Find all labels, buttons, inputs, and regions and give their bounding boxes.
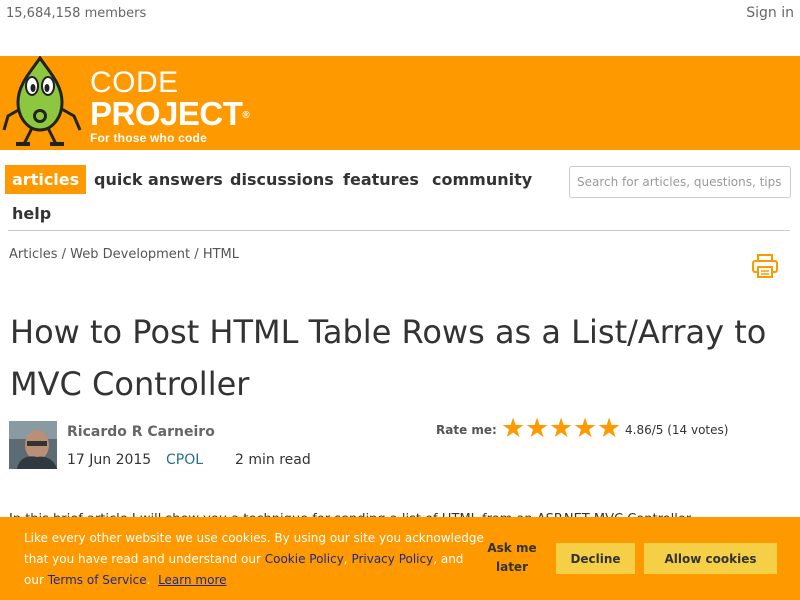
- brand-tagline: For those who code: [90, 131, 207, 145]
- star-icon[interactable]: ★: [597, 415, 621, 443]
- rate-me-label: Rate me:: [436, 423, 497, 437]
- sign-in-link[interactable]: Sign in: [746, 5, 794, 21]
- page-title: How to Post HTML Table Rows as a List/Ar…: [10, 313, 767, 403]
- decline-cookies-button[interactable]: Decline: [556, 543, 635, 574]
- nav-item-articles[interactable]: articles: [5, 165, 87, 194]
- learn-more-link[interactable]: Learn more: [158, 573, 226, 587]
- brand-wordmark[interactable]: CODE PROJECT® For those who code: [90, 66, 250, 146]
- brand-project-word: PROJECT: [90, 95, 243, 132]
- main-nav: articles quick answers discussions featu…: [0, 150, 800, 232]
- breadcrumb-separator: /: [61, 247, 67, 262]
- ask-me-later-button[interactable]: Ask me later: [482, 539, 542, 577]
- star-icon[interactable]: ★: [549, 415, 573, 443]
- author-avatar[interactable]: [9, 421, 57, 469]
- star-icon[interactable]: ★: [525, 415, 549, 443]
- nav-item-community[interactable]: community: [425, 165, 539, 194]
- bob-mascot-logo[interactable]: [2, 56, 82, 150]
- read-time: 2 min read: [235, 452, 311, 468]
- breadcrumb-web-development[interactable]: Web Development: [70, 247, 190, 262]
- star-icon[interactable]: ★: [573, 415, 597, 443]
- privacy-policy-link[interactable]: Privacy Policy: [351, 552, 433, 566]
- search-input[interactable]: [569, 166, 791, 198]
- nav-item-features[interactable]: features: [336, 165, 426, 194]
- breadcrumb-html[interactable]: HTML: [203, 247, 239, 262]
- star-icon[interactable]: ★: [501, 415, 525, 443]
- top-bar: 15,684,158 members Sign in: [0, 0, 800, 28]
- terms-of-service-link[interactable]: Terms of Service: [48, 573, 147, 587]
- site-header: CODE PROJECT® For those who code: [0, 56, 800, 150]
- cookie-message: Like every other website we use cookies.…: [24, 528, 484, 591]
- nav-item-discussions[interactable]: discussions: [223, 165, 341, 194]
- brand-code-text: CODE: [90, 66, 179, 99]
- brand-project-text: PROJECT®: [90, 95, 250, 132]
- breadcrumb-separator: /: [194, 247, 199, 262]
- breadcrumb-articles[interactable]: Articles: [9, 247, 57, 262]
- cookie-period: .: [146, 573, 151, 587]
- registered-mark: ®: [242, 110, 250, 121]
- member-count: 15,684,158 members: [6, 6, 147, 21]
- rating-summary: 4.86/5 (14 votes): [625, 423, 729, 437]
- cookie-banner: Like every other website we use cookies.…: [0, 517, 800, 600]
- rating-stars[interactable]: ★ ★ ★ ★ ★: [501, 415, 621, 445]
- cookie-policy-link[interactable]: Cookie Policy: [265, 552, 344, 566]
- print-icon[interactable]: [752, 253, 778, 279]
- nav-item-help[interactable]: help: [5, 199, 58, 228]
- nav-divider: [8, 230, 790, 231]
- license-link[interactable]: CPOL: [166, 452, 203, 468]
- allow-cookies-button[interactable]: Allow cookies: [644, 543, 777, 574]
- nav-item-quick-answers[interactable]: quick answers: [87, 165, 230, 194]
- breadcrumb: Articles / Web Development / HTML: [9, 247, 239, 262]
- author-name-link[interactable]: Ricardo R Carneiro: [67, 424, 215, 440]
- publish-date: 17 Jun 2015: [67, 452, 152, 468]
